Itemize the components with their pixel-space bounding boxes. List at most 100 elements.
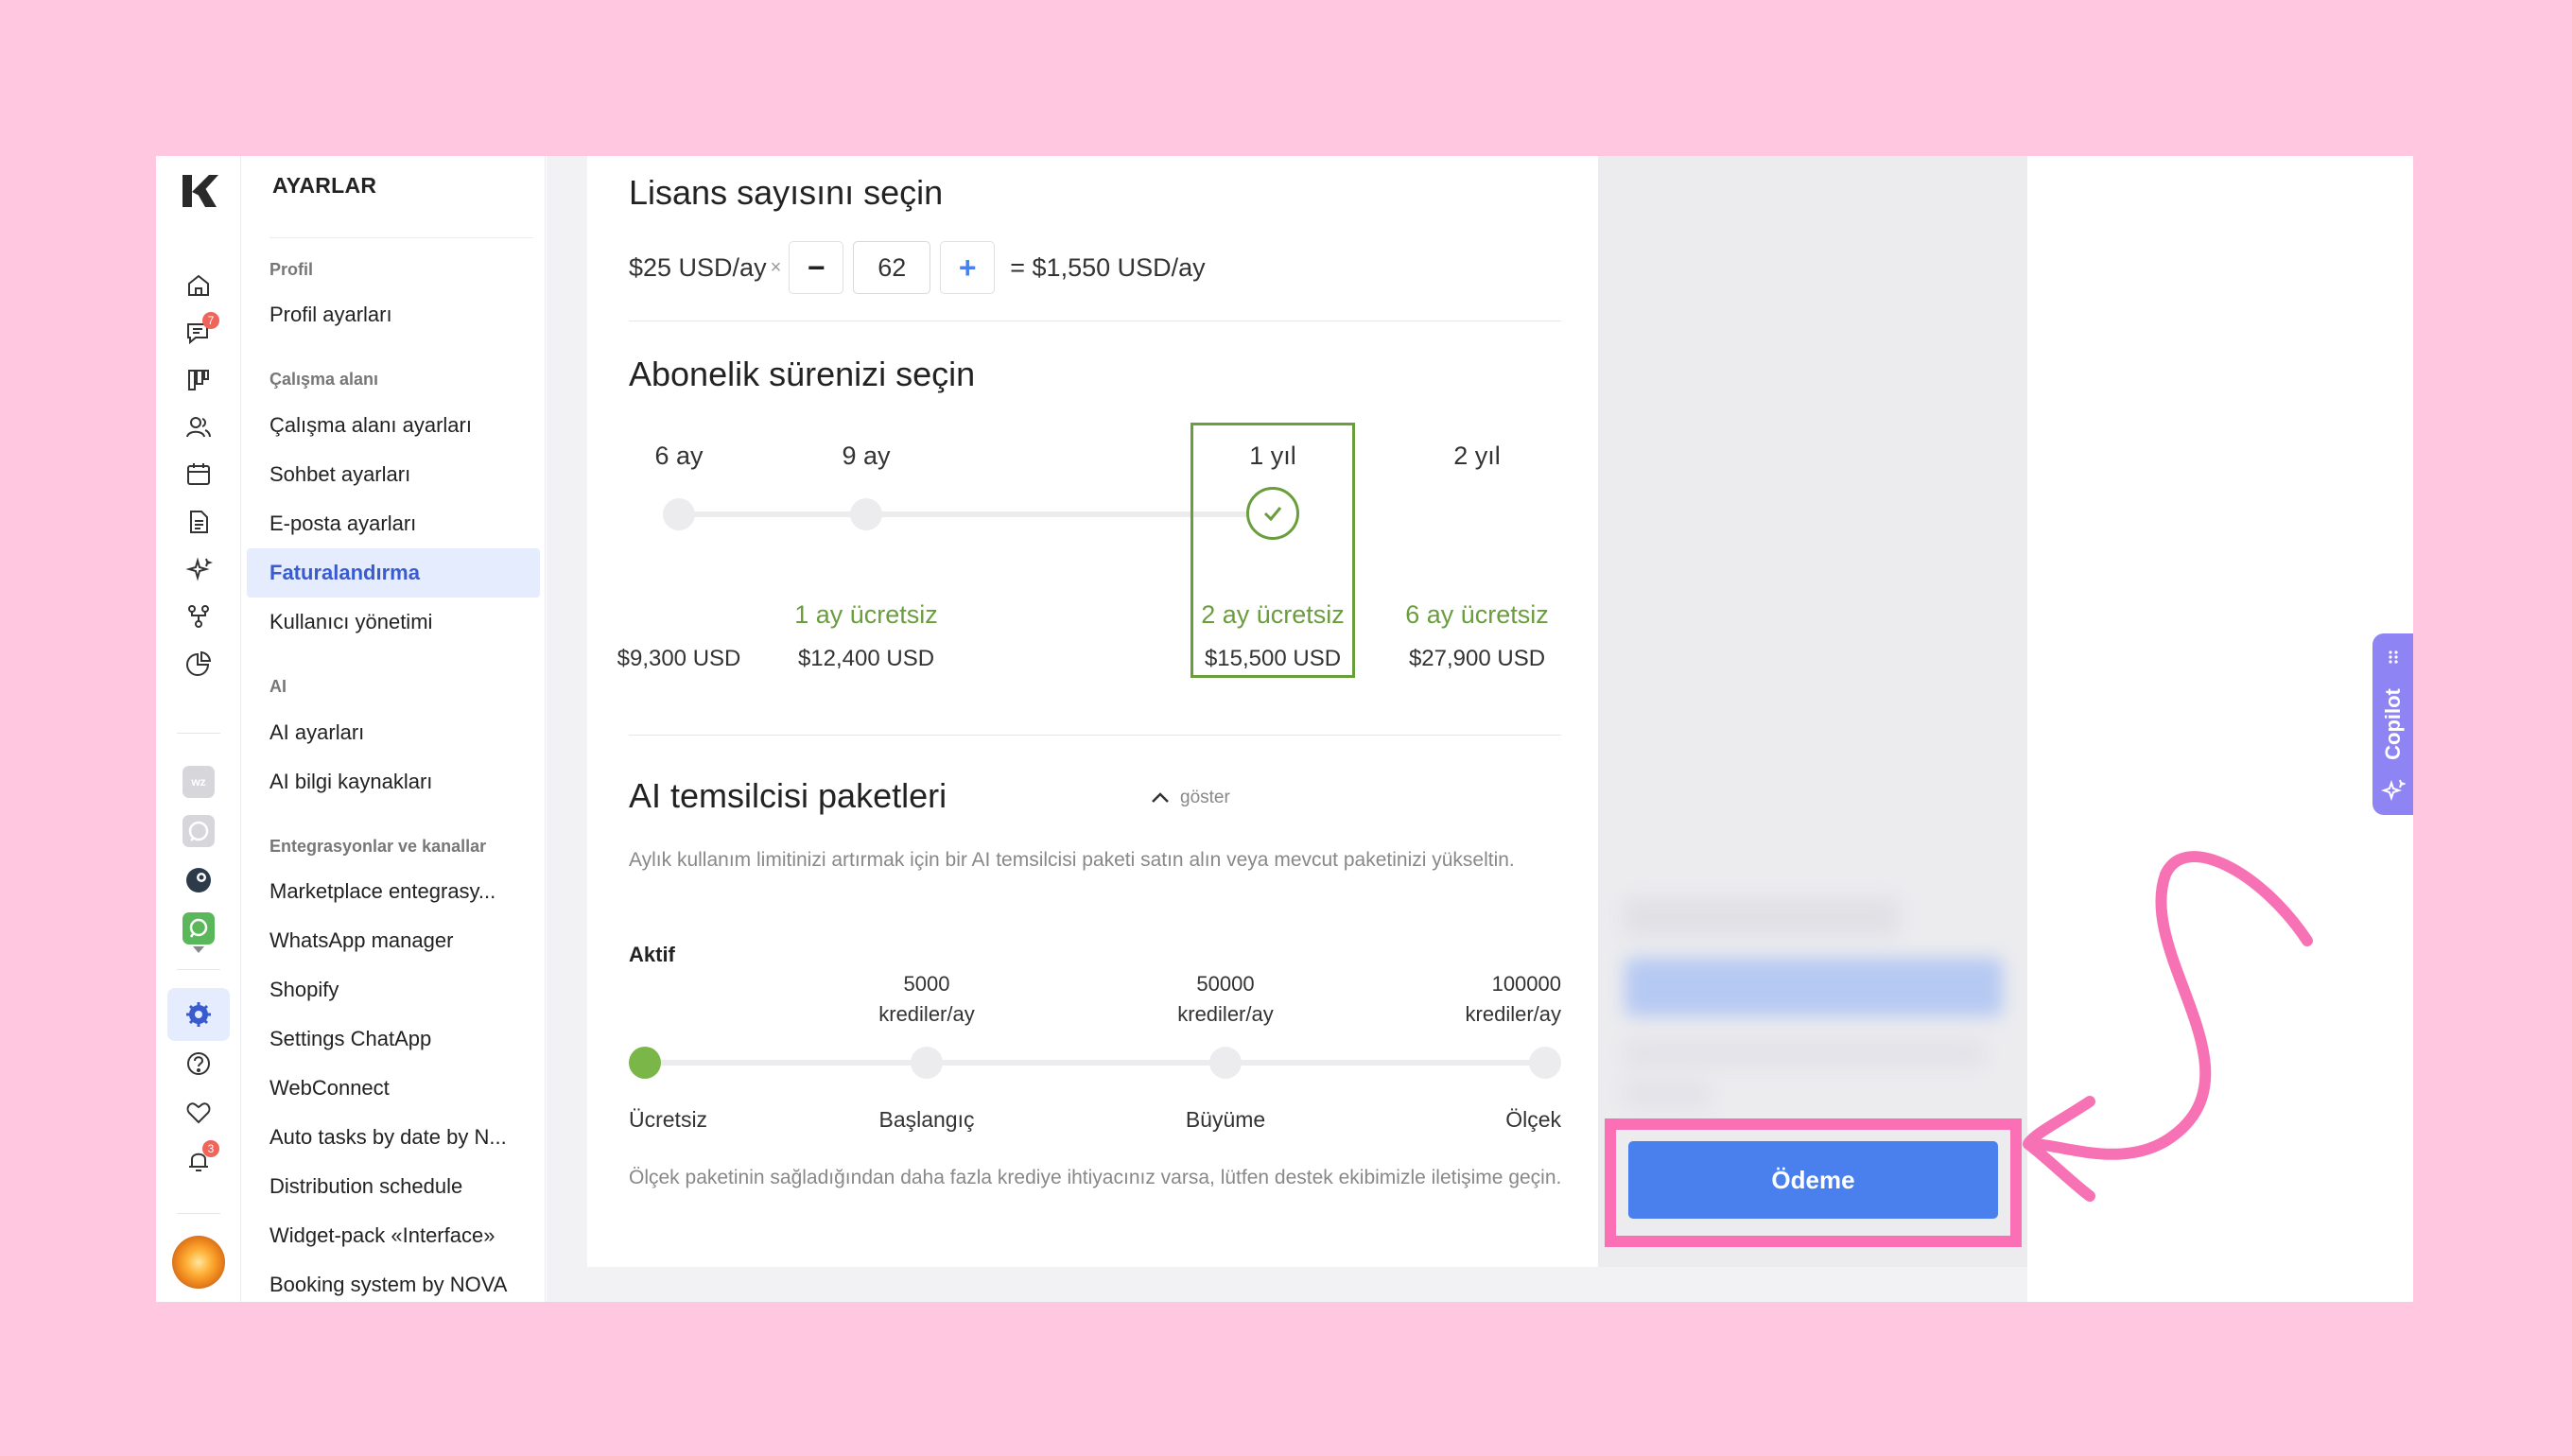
notifications-bell-icon[interactable]: 3 [180,1140,219,1180]
billing-card: Lisans sayısını seçin $25 USD/ay × − 62 … [587,156,1598,1267]
credits-unit: krediler/ay [878,1002,975,1026]
selected-check-icon [1246,487,1299,540]
sidebar-item-shopify[interactable]: Shopify [247,965,540,1014]
tier-dot-scale[interactable] [1529,1047,1561,1079]
increase-licenses-button[interactable]: + [940,241,996,294]
contacts-icon[interactable] [180,408,217,446]
chevron-up-icon [1152,792,1169,803]
duration-free: 2 ay ücretsiz [1201,600,1345,629]
section-ai: AI [269,677,287,696]
subscription-title: Abonelik sürenizi seçin [629,355,976,393]
notifications-badge: 3 [202,1140,219,1157]
blurred-summary-note [1625,1040,1984,1066]
leads-pipeline-icon[interactable] [180,361,217,399]
home-icon[interactable] [180,267,217,304]
whatsapp-gray-icon[interactable] [182,815,215,847]
sidebar-item-workspace-settings[interactable]: Çalışma alanı ayarları [247,401,540,450]
settings-gear-icon[interactable] [180,996,217,1033]
wz-app-icon[interactable]: wz [182,766,215,798]
copilot-tab[interactable]: Copilot [2372,633,2413,815]
sidebar-item-billing[interactable]: Faturalandırma [247,548,540,598]
sidebar-item-email-settings[interactable]: E-posta ayarları [247,499,540,548]
icon-rail: 7 wz 3 [156,156,241,1302]
content-bottom-strip [547,1267,2027,1302]
duration-label: 2 yıl [1453,442,1501,470]
sidebar-item-auto-tasks[interactable]: Auto tasks by date by N... [247,1113,540,1162]
duration-dot-6m[interactable] [663,498,695,530]
rail-divider [177,969,220,970]
scroll-down-chevron-icon[interactable] [180,941,217,960]
credits-value: 50000 [1196,972,1255,996]
duration-free: 1 ay ücretsiz [794,600,938,629]
rail-divider [177,733,220,734]
sidebar-item-marketplace[interactable]: Marketplace entegrasy... [247,867,540,916]
sidebar-item-booking[interactable]: Booking system by NOVA [247,1260,540,1302]
app-window: 7 wz 3 AYARLAR Profil Profil ayarları Ça… [156,156,2413,1302]
settings-title: AYARLAR [272,173,377,198]
blurred-summary-total [1625,958,2003,1016]
sidebar-item-settings-chatapp[interactable]: Settings ChatApp [247,1014,540,1064]
license-count-input[interactable]: 62 [853,241,931,294]
automation-flow-icon[interactable] [180,598,217,635]
duration-price: $9,300 USD [617,646,741,671]
documents-icon[interactable] [180,503,217,541]
credits-unit: krediler/ay [1177,1002,1274,1026]
sidebar-item-whatsapp-manager[interactable]: WhatsApp manager [247,916,540,965]
sidebar-item-chat-settings[interactable]: Sohbet ayarları [247,450,540,499]
duration-label: 6 ay [654,442,704,470]
user-avatar[interactable] [172,1236,225,1289]
sidebar-item-ai-knowledge[interactable]: AI bilgi kaynakları [247,757,540,806]
credits-value: 5000 [903,972,950,996]
help-icon[interactable] [180,1045,217,1083]
tier-credits-starter: 5000 krediler/ay [842,969,1012,1030]
duration-price: $27,900 USD [1408,646,1546,671]
calendar-icon[interactable] [180,456,217,494]
license-total: = $1,550 USD/ay [1010,252,1206,282]
tier-dot-growth[interactable] [1209,1047,1242,1079]
analytics-pie-icon[interactable] [180,645,217,683]
integration-app-icon[interactable] [182,864,215,896]
kommo-logo[interactable] [177,169,220,213]
tier-name-growth: Büyüme [1185,1107,1266,1132]
license-price-row: $25 USD/ay × − 62 + = $1,550 USD/ay [629,241,1206,294]
sidebar-item-widget-pack[interactable]: Widget-pack «Interface» [247,1211,540,1260]
tier-dot-free-active[interactable] [629,1047,661,1079]
tier-credits-scale: 100000 krediler/ay [1391,969,1561,1030]
duration-free: 6 ay ücretsiz [1405,600,1549,629]
credits-value: 100000 [1491,972,1561,996]
duration-label: 1 yıl [1249,442,1296,470]
payment-button[interactable]: Ödeme [1628,1141,1998,1219]
drag-grip-icon[interactable] [2388,650,2399,664]
sparkle-icon [2381,779,2406,802]
chats-badge: 7 [202,312,219,329]
sidebar-item-distribution[interactable]: Distribution schedule [247,1162,540,1211]
duration-label: 9 ay [842,442,891,470]
order-summary-panel [1598,156,2027,1267]
favorites-heart-icon[interactable] [180,1094,217,1132]
section-integrations: Entegrasyonlar ve kanallar [269,837,487,856]
outer-right-area [2027,156,2413,1302]
rail-divider [177,1213,220,1214]
tier-dot-starter[interactable] [911,1047,943,1079]
sidebar-divider [269,237,533,238]
tier-credits-growth: 50000 krediler/ay [1140,969,1311,1030]
duration-price: $12,400 USD [797,646,935,671]
unit-price: $25 USD/ay [629,252,767,282]
tier-name-starter: Başlangıç [878,1107,975,1132]
blurred-summary-label [1625,898,1899,936]
sidebar-item-webconnect[interactable]: WebConnect [247,1064,540,1113]
toggle-label: göster [1180,788,1230,807]
credits-unit: krediler/ay [1465,1002,1561,1026]
active-label: Aktif [629,943,675,966]
sidebar-item-ai-settings[interactable]: AI ayarları [247,708,540,757]
chats-icon[interactable]: 7 [180,312,219,352]
duration-dot-9m[interactable] [850,498,882,530]
sidebar-item-profile-settings[interactable]: Profil ayarları [247,290,540,339]
sidebar-item-user-management[interactable]: Kullanıcı yönetimi [247,598,540,647]
decrease-licenses-button[interactable]: − [789,241,844,294]
ai-sparkle-icon[interactable] [180,550,217,588]
package-track [644,1060,1542,1066]
ai-packages-footnote: Ölçek paketinin sağladığından daha fazla… [629,1167,1562,1188]
ai-packages-title: AI temsilcisi paketleri [629,776,947,815]
ai-packages-toggle[interactable]: göster [1150,788,1230,808]
